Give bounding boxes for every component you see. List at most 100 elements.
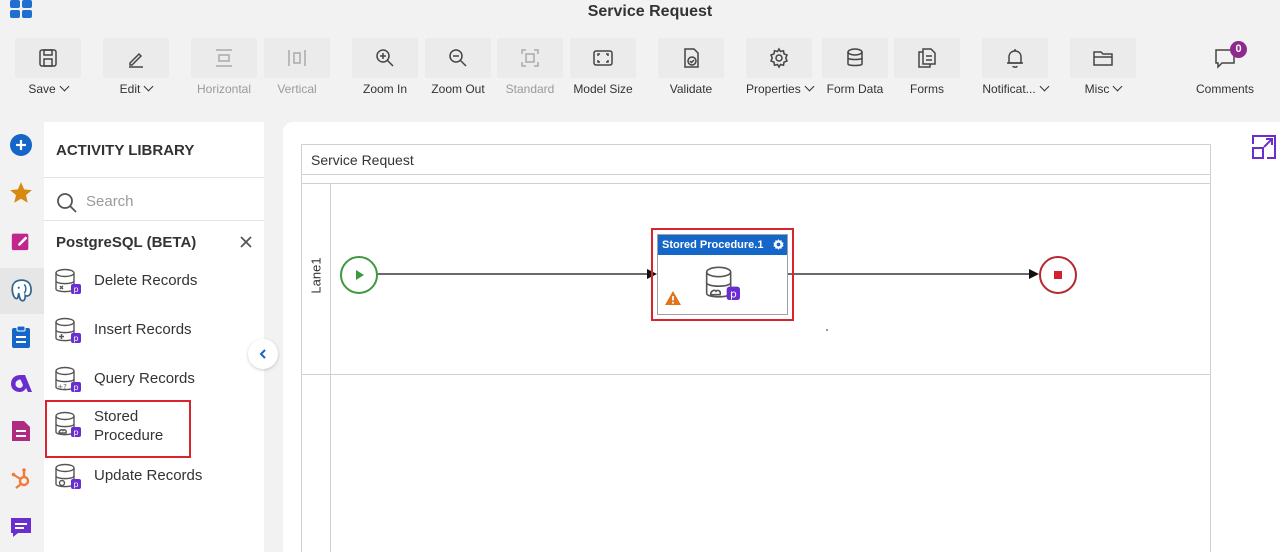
forms-button[interactable]: Forms [894,38,960,100]
task-title: Stored Procedure.1 [662,239,764,251]
library-item-label: Query Records [94,370,195,387]
process-canvas[interactable]: Service Request Lane1 Stored Procedure.1… [283,122,1280,552]
library-item-update-records[interactable]: p Update Records [52,455,252,495]
collapse-panel-button[interactable] [248,339,278,369]
gear-icon[interactable] [772,238,785,251]
database-stored-procedure-icon: p [55,411,81,437]
database-stored-procedure-icon: p [705,266,740,300]
divider [44,220,264,221]
database-icon [847,48,863,67]
horizontal-layout-icon [216,49,232,67]
chevron-down-icon [143,81,154,92]
search-icon [57,193,77,213]
hubspot-icon[interactable] [6,464,36,494]
library-item-stored-procedure[interactable]: p Stored Procedure [45,400,191,458]
zoom-out-label: Zoom Out [431,82,485,96]
save-button[interactable]: Save [15,38,81,100]
search-input[interactable] [86,190,246,212]
validate-button[interactable]: Validate [658,38,724,100]
pencil-icon [129,52,143,68]
notifications-button[interactable]: Notificat... [982,38,1050,100]
toolbar: Save Edit Horizontal Vertical Zoom In Zo… [0,38,1280,102]
forms-label: Forms [910,82,944,96]
activity-library-panel: ACTIVITY LIBRARY PostgreSQL (BETA) p Del… [44,122,264,552]
vertical-layout-icon [288,50,306,66]
close-icon[interactable] [238,234,254,250]
document-icon[interactable] [6,416,36,446]
gear-icon [770,47,788,69]
clipboard-icon[interactable] [6,322,36,352]
svg-text:p: p [73,383,78,392]
divider [44,177,264,178]
zoom-in-label: Zoom In [362,82,407,96]
standard-button[interactable]: Standard [497,38,563,100]
svg-text:p: p [73,480,78,489]
form-data-button[interactable]: Form Data [822,38,888,100]
chevron-down-icon [1112,81,1123,92]
misc-label: Misc [1084,82,1110,96]
folder-icon [1093,51,1113,66]
svg-text:p: p [730,287,737,300]
library-item-delete-records[interactable]: p Delete Records [52,260,252,300]
library-title: ACTIVITY LIBRARY [56,142,195,159]
app-logo-icon[interactable] [6,368,36,398]
stored-procedure-task[interactable]: Stored Procedure.1 p [657,234,788,315]
chevron-down-icon [1039,81,1050,92]
chevron-down-icon [59,81,70,92]
stop-icon [1054,271,1062,279]
validate-icon [684,48,699,68]
edit-form-icon[interactable] [6,226,36,256]
play-icon [356,270,364,280]
horizontal-button[interactable]: Horizontal [191,38,257,100]
svg-text:+?: +? [57,383,67,391]
left-rail [0,122,44,552]
zoom-in-button[interactable]: Zoom In [352,38,418,100]
validate-label: Validate [669,82,713,96]
model-size-label: Model Size [573,82,633,96]
misc-button[interactable]: Misc [1070,38,1136,100]
edit-label: Edit [119,82,141,96]
title-bar: Service Request [0,0,1280,26]
add-icon[interactable] [6,130,36,160]
library-item-label: Update Records [94,467,203,484]
zoom-out-button[interactable]: Zoom Out [425,38,491,100]
star-icon[interactable] [6,178,36,208]
standard-label: Standard [505,82,555,96]
category-title: PostgreSQL (BETA) [56,234,197,251]
edit-button[interactable]: Edit [103,38,169,100]
svg-text:p: p [73,428,78,437]
zoom-out-icon [449,49,467,67]
comments-label: Comments [1195,82,1254,96]
library-item-label: Stored Procedure [94,408,164,444]
save-icon [39,49,57,67]
database-query-icon: +? p [55,366,81,392]
connectors [378,269,1039,279]
database-update-icon: p [55,463,81,489]
chevron-down-icon [804,81,815,92]
vertical-button[interactable]: Vertical [264,38,330,100]
canvas-dot [826,329,828,331]
page-title: Service Request [587,3,713,20]
model-size-button[interactable]: Model Size [570,38,636,100]
database-delete-icon: p [55,268,81,294]
end-event[interactable] [1039,256,1077,294]
library-item-insert-records[interactable]: p Insert Records [52,309,252,349]
standard-size-icon [521,49,539,67]
properties-button[interactable]: Properties [746,38,815,100]
start-event[interactable] [340,256,378,294]
warning-icon[interactable] [664,290,682,306]
arrowhead-icon [1029,269,1039,279]
model-size-icon [593,50,613,66]
properties-label: Properties [746,82,801,96]
postgresql-icon[interactable] [0,268,44,314]
task-header: Stored Procedure.1 [658,235,787,255]
svg-text:p: p [73,285,78,294]
comments-count-badge: 0 [1230,41,1247,58]
comments-button[interactable]: Comments [1192,38,1258,100]
horizontal-label: Horizontal [196,82,252,96]
forms-icon [918,48,936,68]
chat-icon[interactable] [6,512,36,542]
chevron-left-icon [259,349,266,359]
library-item-query-records[interactable]: +? p Query Records [52,358,252,398]
database-insert-icon: p [55,317,81,343]
